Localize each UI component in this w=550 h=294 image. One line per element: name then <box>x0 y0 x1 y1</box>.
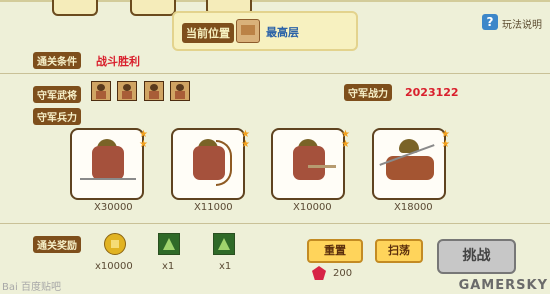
ruby-cost: 200 <box>333 268 353 279</box>
general-avatar-1[interactable] <box>91 81 111 101</box>
star-icon: ★ <box>341 139 350 150</box>
defender-power-value: 2023122 <box>405 86 459 99</box>
soldier-body-icon <box>92 146 124 180</box>
unit-card-archer[interactable] <box>171 128 245 200</box>
soldier-body-icon <box>293 146 325 180</box>
defender-troops-label: 守军兵力 <box>33 108 81 125</box>
general-avatar-4[interactable] <box>170 81 190 101</box>
ruby-icon <box>312 266 326 280</box>
unit-count-1: X30000 <box>94 202 133 213</box>
divider-bottom <box>0 223 550 224</box>
unit-count-3: X10000 <box>293 202 332 213</box>
unit-count-4: X18000 <box>394 202 433 213</box>
unit-stars-4: ★ ★ <box>441 130 451 150</box>
unit-count-2: X11000 <box>194 202 233 213</box>
coin-icon[interactable] <box>104 233 126 255</box>
reward-amount-tower-2: x1 <box>219 261 232 272</box>
help-icon[interactable]: ? <box>482 14 498 30</box>
bow-icon <box>216 140 232 186</box>
watermark-right: GAMERSKY <box>458 278 548 293</box>
reward-amount-coin: x10000 <box>95 261 133 272</box>
top-tab-middle <box>130 0 176 16</box>
location-value: 最高层 <box>266 26 299 39</box>
top-tab-left <box>52 0 98 16</box>
unit-card-cavalry[interactable] <box>372 128 446 200</box>
clear-condition-value: 战斗胜利 <box>96 55 140 68</box>
unit-stars-1: ★ ★ <box>139 130 149 150</box>
defender-generals-label: 守军武将 <box>33 86 81 103</box>
unit-stars-2: ★ ★ <box>241 130 251 150</box>
unit-card-spear[interactable] <box>70 128 144 200</box>
watermark-left: Bai 百度贴吧 <box>2 282 61 293</box>
tower-icon[interactable] <box>158 233 180 255</box>
unit-card-musketeer[interactable] <box>271 128 345 200</box>
general-avatar-3[interactable] <box>144 81 164 101</box>
clear-condition-label: 通关条件 <box>33 52 81 69</box>
star-icon: ★ <box>139 139 148 150</box>
tower-icon[interactable] <box>213 233 235 255</box>
divider-top <box>0 73 550 74</box>
star-icon: ★ <box>441 139 450 150</box>
challenge-button[interactable]: 挑战 <box>437 239 516 274</box>
general-avatar-2[interactable] <box>117 81 137 101</box>
spear-icon <box>80 178 136 180</box>
reward-amount-tower-1: x1 <box>162 261 175 272</box>
help-text[interactable]: 玩法说明 <box>502 16 542 31</box>
location-box: 当前位置 最高层 <box>172 11 358 51</box>
star-icon: ★ <box>241 139 250 150</box>
tower-level-icon <box>236 19 260 43</box>
musket-icon <box>308 165 336 168</box>
rewards-label: 通关奖励 <box>33 236 81 253</box>
unit-stars-3: ★ ★ <box>341 130 351 150</box>
location-label: 当前位置 <box>182 23 234 43</box>
sweep-button[interactable]: 扫荡 <box>375 239 423 263</box>
defender-power-label: 守军战力 <box>344 84 392 101</box>
game-panel: 当前位置 最高层 ? 玩法说明 通关条件 战斗胜利 守军武将 守军战力 2023… <box>0 0 550 294</box>
reset-button[interactable]: 重置 <box>307 239 363 263</box>
